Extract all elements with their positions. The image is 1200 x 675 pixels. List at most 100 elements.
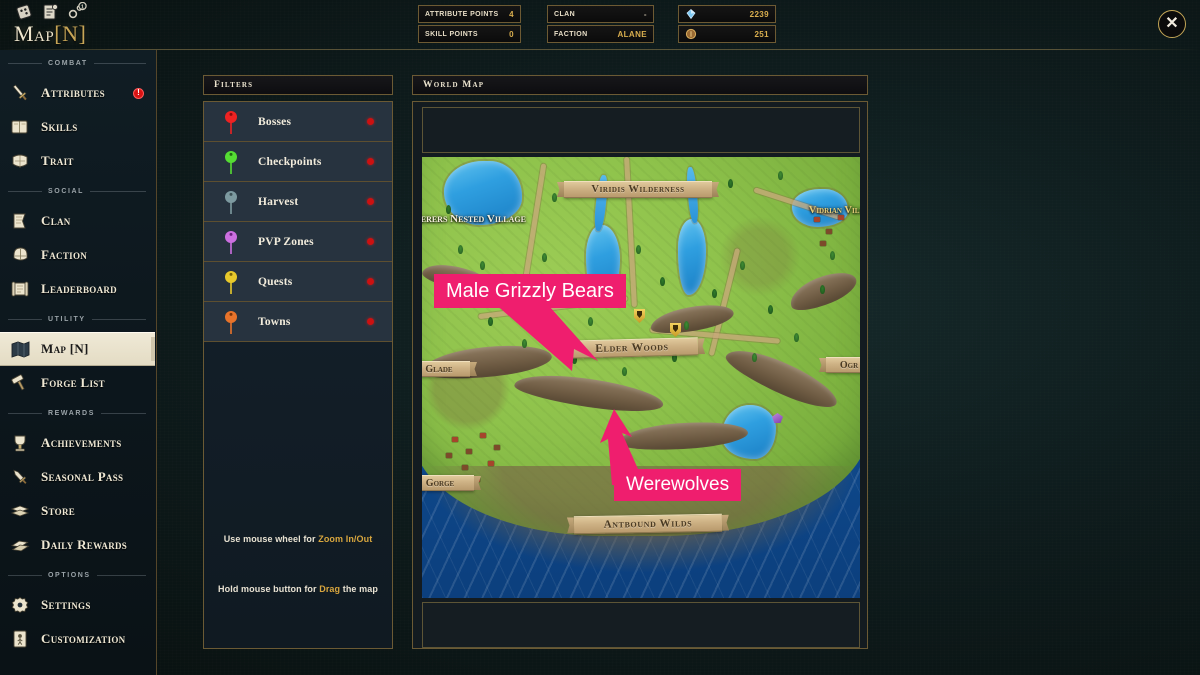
filter-row-checkpoints[interactable]: Checkpoints: [204, 142, 392, 182]
section-rule-left: [8, 412, 42, 414]
filter-toggle-indicator[interactable]: [367, 318, 374, 325]
region-label: Gorge: [425, 477, 455, 489]
stat-attribute-points: Attribute Points 4: [418, 5, 521, 23]
hint-prefix: Hold mouse button for: [218, 584, 320, 594]
sidebar-item-seasonal-pass[interactable]: Seasonal Pass: [0, 460, 156, 494]
alert-badge: !: [133, 87, 144, 99]
sidebar-item-trait[interactable]: Trait: [0, 144, 156, 178]
currency-coin-row: 251: [678, 25, 776, 43]
page-title: Map[N]: [14, 21, 86, 47]
place-label-ferers-nested-village: Ferers Nested Village: [422, 213, 526, 225]
region-banner-gorge: Gorge: [422, 475, 474, 491]
filter-toggle-indicator[interactable]: [367, 238, 374, 245]
stat-value: 0: [509, 29, 514, 39]
map-viewport[interactable]: Viridis Wilderness Elder Woods Antbound …: [422, 157, 860, 598]
hint-suffix: the map: [340, 584, 378, 594]
section-label: Combat: [48, 59, 88, 67]
sidebar-item-clan[interactable]: Clan: [0, 204, 156, 238]
filter-row-bosses[interactable]: Bosses: [204, 102, 392, 142]
stat-skill-points: Skill Points 0: [418, 25, 521, 43]
banner-icon: [8, 210, 32, 232]
top-bar: 1 Map[N] Attribute Points 4 Skill Points…: [0, 0, 1200, 50]
gear-icon: [8, 594, 32, 616]
filter-toggle-indicator[interactable]: [367, 278, 374, 285]
section-rule-right: [93, 62, 146, 64]
section-rule-right: [100, 412, 146, 414]
sidebar-section-rewards: Rewards: [0, 400, 156, 426]
sidebar-item-forge-list[interactable]: Forge List: [0, 366, 156, 400]
sidebar-item-label: Faction: [41, 247, 88, 262]
quest-badge-count: 1: [81, 5, 84, 11]
filter-row-pvp-zones[interactable]: PVP Zones: [204, 222, 392, 262]
section-label: Social: [48, 187, 85, 195]
region-banner-viridis-wilderness: Viridis Wilderness: [564, 181, 712, 198]
sidebar-item-map[interactable]: Map [N]: [0, 332, 155, 366]
scroll-icon: [8, 278, 32, 300]
callout-text: Male Grizzly Bears: [446, 279, 614, 302]
filter-toggle-indicator[interactable]: [367, 118, 374, 125]
close-button[interactable]: ✕: [1158, 10, 1186, 38]
helmet-icon: [8, 244, 32, 266]
sidebar-item-label: Achievements: [41, 435, 122, 450]
sidebar-item-settings[interactable]: Settings: [0, 588, 156, 622]
filter-label: Bosses: [258, 115, 292, 128]
main-navigation-sidebar: Combat Attributes ! Skills: [0, 50, 157, 675]
hint-accent: Zoom In/Out: [318, 534, 373, 544]
sidebar-section-combat: Combat: [0, 50, 156, 76]
filters-panel-header: Filters: [203, 75, 393, 95]
map-pin-icon: [204, 189, 258, 215]
map-icon: [8, 338, 32, 360]
sidebar-item-label: Seasonal Pass: [41, 469, 124, 484]
sidebar-item-store[interactable]: Store: [0, 494, 156, 528]
sidebar-item-attributes[interactable]: Attributes !: [0, 76, 156, 110]
trophy-icon: [8, 432, 32, 454]
world-map-canvas[interactable]: Viridis Wilderness Elder Woods Antbound …: [422, 157, 860, 598]
sidebar-item-label: Attributes: [41, 85, 105, 100]
filter-toggle-indicator[interactable]: [367, 198, 374, 205]
section-rule-right: [96, 574, 146, 576]
book-icon: [8, 116, 32, 138]
filter-row-towns[interactable]: Towns: [204, 302, 392, 342]
sidebar-item-label: Forge List: [41, 375, 105, 390]
callout-text: Werewolves: [626, 474, 730, 495]
filter-row-harvest[interactable]: Harvest: [204, 182, 392, 222]
filter-row-quests[interactable]: Quests: [204, 262, 392, 302]
currency-group: 2239 251: [678, 5, 776, 43]
sidebar-item-label: Store: [41, 503, 76, 518]
sidebar-item-skills[interactable]: Skills: [0, 110, 156, 144]
hint-drag: Hold mouse button for Drag the map: [218, 584, 378, 594]
hint-zoom: Use mouse wheel for Zoom In/Out: [224, 534, 373, 544]
window-title-block: 1 Map[N]: [8, 0, 168, 50]
character-card-icon: [8, 628, 32, 650]
page-title-hotkey: [N]: [54, 21, 87, 46]
map-pin-icon: [204, 309, 258, 335]
coin-icon: [685, 28, 697, 40]
map-pin-icon: [204, 269, 258, 295]
sidebar-item-label: Map [N]: [41, 341, 89, 356]
section-rule-left: [8, 318, 42, 320]
diamond-icon: [685, 8, 697, 20]
sidebar-item-label: Trait: [41, 153, 74, 168]
filters-panel-body: Bosses Checkpoints Harvest PVP Zones Que…: [203, 101, 393, 649]
map-pin-icon: [204, 109, 258, 135]
stat-label: Attribute Points: [425, 10, 499, 18]
sidebar-item-achievements[interactable]: Achievements: [0, 426, 156, 460]
top-bar-divider: [0, 49, 1200, 50]
region-label: Antbound Wilds: [603, 517, 693, 531]
currency-diamond-row: 2239: [678, 5, 776, 23]
sidebar-item-faction[interactable]: Faction: [0, 238, 156, 272]
dagger-icon: [8, 466, 32, 488]
section-label: Utility: [48, 315, 86, 323]
sidebar-item-daily-rewards[interactable]: Daily Rewards: [0, 528, 156, 562]
map-panel-body: Viridis Wilderness Elder Woods Antbound …: [412, 101, 868, 649]
crate-icon: [8, 500, 32, 522]
callout-werewolves: Werewolves: [614, 469, 742, 501]
sidebar-item-customization[interactable]: Customization: [0, 622, 156, 656]
currency-coin-value: 251: [754, 29, 769, 39]
filter-toggle-indicator[interactable]: [367, 158, 374, 165]
sidebar-item-leaderboard[interactable]: Leaderboard: [0, 272, 156, 306]
hammer-icon: [8, 372, 32, 394]
place-label-vidrian-village: Vidrian Village: [808, 205, 860, 216]
stat-clan: Clan -: [547, 5, 654, 23]
hint-prefix: Use mouse wheel for: [223, 534, 319, 544]
